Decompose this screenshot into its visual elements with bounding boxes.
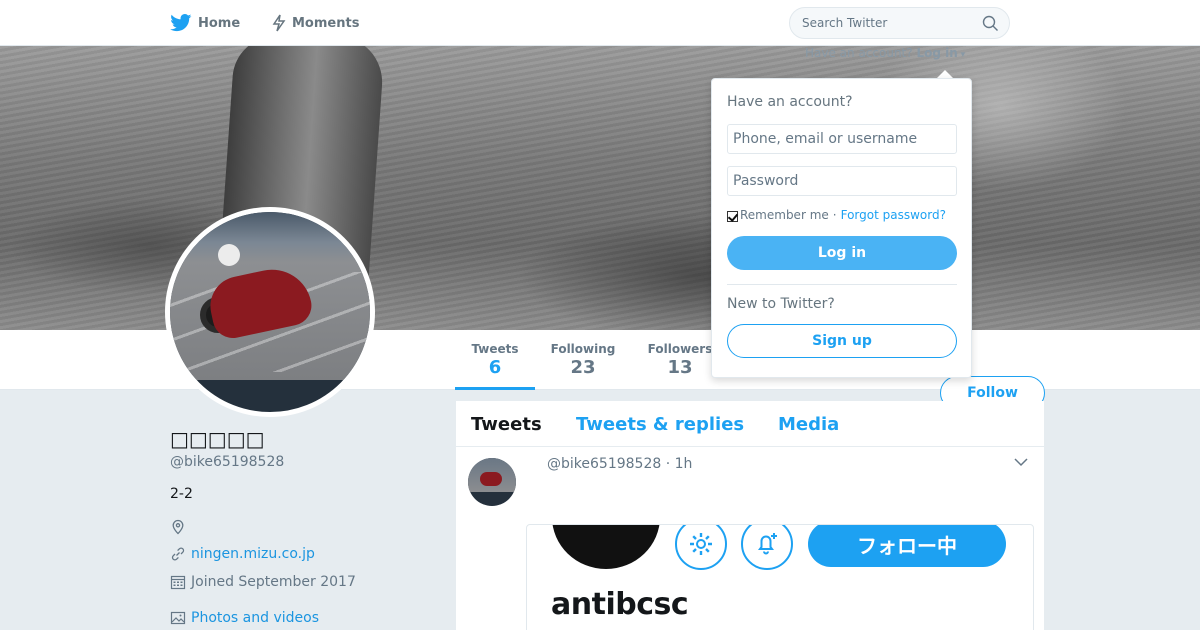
profile-url-row: ningen.mizu.co.jp bbox=[170, 546, 315, 562]
search-input[interactable] bbox=[802, 8, 972, 38]
tweet-avatar[interactable] bbox=[468, 458, 516, 506]
profile-joined: Joined September 2017 bbox=[170, 574, 356, 590]
bell-plus-icon bbox=[758, 533, 777, 555]
login-dropdown: Have an account? Remember me · Forgot pa… bbox=[711, 78, 972, 378]
username-input[interactable] bbox=[727, 124, 957, 154]
card-username: antibcsc bbox=[551, 587, 689, 622]
tab-media[interactable]: Media bbox=[778, 414, 839, 435]
remember-checkbox[interactable] bbox=[727, 210, 738, 222]
avatar-photo bbox=[170, 212, 370, 380]
nav-moments[interactable]: Moments bbox=[272, 0, 359, 46]
stat-followers[interactable]: Followers 13 bbox=[646, 342, 714, 378]
login-dropdown-title: Have an account? bbox=[727, 94, 853, 110]
separator-dot: · bbox=[832, 208, 837, 222]
login-dropdown-toggle[interactable]: Log in bbox=[916, 46, 957, 60]
calendar-icon bbox=[170, 575, 186, 590]
tab-tweets[interactable]: Tweets bbox=[471, 414, 542, 435]
tab-tweets-replies[interactable]: Tweets & replies bbox=[576, 414, 744, 435]
photo-icon bbox=[170, 611, 186, 625]
login-button[interactable]: Log in bbox=[727, 236, 957, 270]
profile-location bbox=[170, 519, 191, 535]
stat-following[interactable]: Following 23 bbox=[548, 342, 618, 378]
twitter-bird-icon bbox=[170, 14, 192, 32]
tweet-meta[interactable]: @bike65198528 · 1h bbox=[547, 456, 692, 472]
search-icon[interactable] bbox=[982, 15, 999, 32]
card-notifications bbox=[741, 525, 793, 570]
nav-moments-label: Moments bbox=[292, 15, 360, 31]
motorcycle bbox=[480, 472, 502, 486]
profile-url[interactable]: ningen.mizu.co.jp bbox=[191, 546, 315, 562]
stat-label: Followers bbox=[647, 342, 713, 356]
stat-label: Tweets bbox=[471, 342, 519, 356]
card-profile-picture bbox=[552, 525, 660, 569]
signup-button[interactable]: Sign up bbox=[727, 324, 957, 358]
timeline-tabs: Tweets Tweets & replies Media bbox=[456, 401, 1044, 447]
profile-joined-label: Joined September 2017 bbox=[191, 574, 356, 590]
stat-value: 13 bbox=[667, 357, 693, 378]
have-account-text: Have an account? bbox=[805, 46, 913, 60]
top-nav: Home Moments bbox=[0, 0, 1200, 46]
stat-label: Following bbox=[550, 342, 616, 356]
new-to-twitter-label: New to Twitter? bbox=[727, 296, 835, 312]
stat-value: 6 bbox=[488, 357, 502, 378]
password-input[interactable] bbox=[727, 166, 957, 196]
chevron-down-icon[interactable] bbox=[1014, 457, 1028, 467]
forgot-password-link[interactable]: Forgot password? bbox=[841, 208, 946, 222]
profile-photos-link[interactable]: Photos and videos bbox=[191, 610, 319, 626]
nav-home[interactable]: Home bbox=[170, 0, 240, 46]
divider bbox=[727, 284, 957, 285]
remember-row: Remember me · Forgot password? bbox=[727, 208, 946, 222]
timeline: Tweets Tweets & replies Media @bike65198… bbox=[456, 401, 1044, 630]
profile-handle: @bike65198528 bbox=[170, 454, 285, 470]
stat-value: 23 bbox=[570, 357, 596, 378]
location-icon bbox=[172, 519, 184, 535]
nav-home-label: Home bbox=[198, 15, 241, 31]
moments-bolt-icon bbox=[272, 14, 286, 32]
profile-avatar[interactable] bbox=[165, 207, 375, 417]
gear-icon bbox=[690, 533, 712, 555]
profile-photos-row: Photos and videos bbox=[170, 610, 319, 626]
profile-name[interactable]: □□□□□ bbox=[170, 427, 264, 451]
stat-tweets[interactable]: Tweets 6 bbox=[455, 342, 535, 390]
caret-down-icon: ▾ bbox=[957, 50, 966, 60]
login-prompt: Have an account? Log in ▾ bbox=[805, 46, 965, 60]
helmet bbox=[218, 244, 240, 266]
tweet-image[interactable]: フォロー中 antibcsc bbox=[526, 524, 1034, 630]
remember-label[interactable]: Remember me bbox=[740, 208, 829, 222]
profile-bio: 2-2 bbox=[170, 486, 193, 502]
link-icon bbox=[171, 547, 185, 561]
card-settings bbox=[675, 525, 727, 570]
card-following-button: フォロー中 bbox=[808, 525, 1006, 567]
search-box bbox=[789, 7, 1010, 39]
